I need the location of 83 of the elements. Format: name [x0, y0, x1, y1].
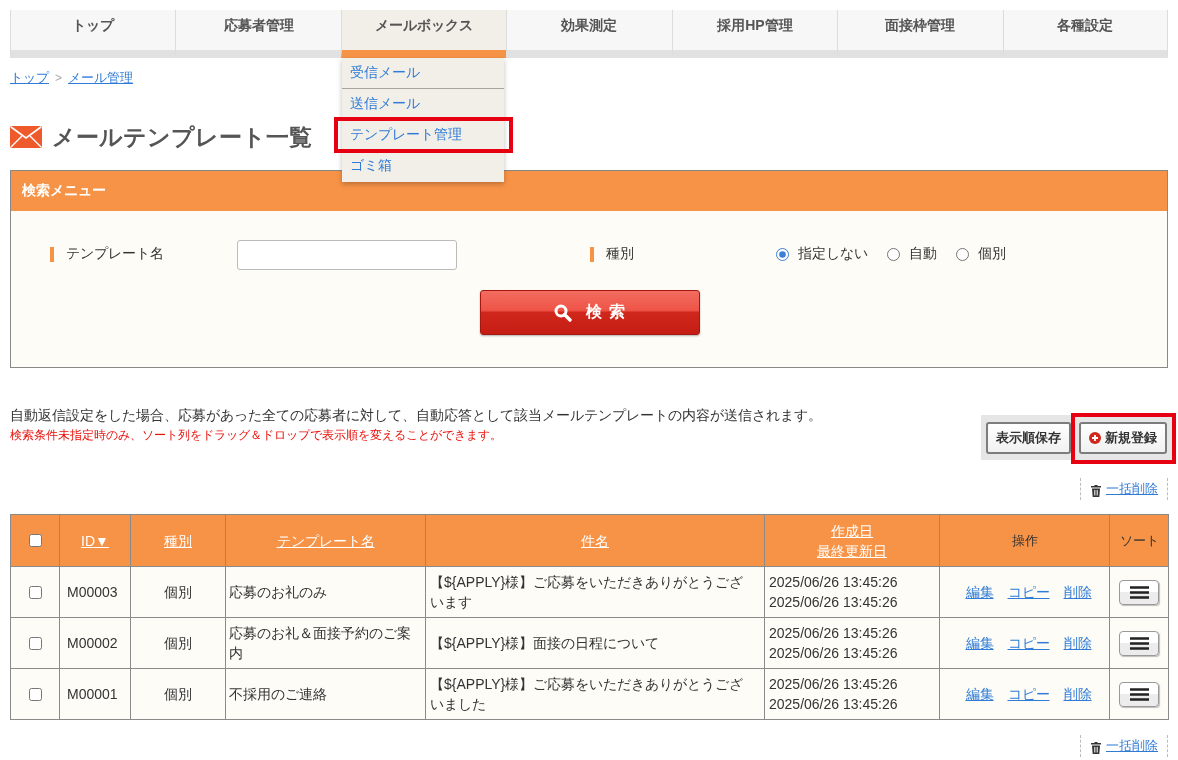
- action-link[interactable]: 削除: [1063, 684, 1092, 704]
- breadcrumb-link[interactable]: トップ: [10, 69, 49, 87]
- radio-label: 個別: [978, 245, 1006, 263]
- bulk-delete-link[interactable]: 一括削除: [1106, 480, 1158, 498]
- action-link[interactable]: コピー: [1007, 684, 1050, 704]
- created-date: 2025/06/26 13:45:26: [769, 573, 899, 592]
- updated-date: 2025/06/26 13:45:26: [769, 644, 899, 663]
- notice-text: 自動返信設定をした場合、応募があった全ての応募者に対して、自動応答として該当メールテンプレートの内容が送信されます。: [10, 406, 822, 424]
- checkbox[interactable]: [28, 534, 42, 547]
- trash-icon: [1091, 741, 1101, 754]
- plus-circle-icon: [1089, 432, 1101, 444]
- checkbox[interactable]: [28, 585, 42, 599]
- menu-item[interactable]: ゴミ箱: [341, 153, 504, 179]
- nav-tab[interactable]: 採用HP管理: [671, 10, 838, 58]
- template-name-field[interactable]: [237, 240, 457, 270]
- id-cell: M00001: [59, 668, 131, 720]
- name-cell: 不採用のご連絡: [225, 668, 426, 720]
- field-label: テンプレート名: [66, 245, 164, 263]
- column-sort-link[interactable]: 件名: [581, 530, 609, 551]
- warning-text: 検索条件未指定時のみ、ソート列をドラッグ＆ドロップで表示順を変えることができます。: [10, 427, 503, 444]
- search-icon: [554, 303, 573, 322]
- type-cell: 個別: [130, 617, 226, 669]
- action-link[interactable]: 編集: [965, 582, 994, 602]
- action-link[interactable]: 編集: [965, 684, 994, 704]
- column-sort-link[interactable]: 作成日: [831, 520, 873, 541]
- bar-marker-icon: [590, 246, 594, 262]
- nav-tab[interactable]: トップ: [10, 10, 176, 58]
- name-cell: 応募のお礼のみ: [225, 566, 426, 618]
- nav-tab[interactable]: 面接枠管理: [837, 10, 1003, 58]
- nav-tab[interactable]: 効果測定: [506, 10, 672, 58]
- created-date: 2025/06/26 13:45:26: [769, 624, 899, 643]
- breadcrumb-link[interactable]: メール管理: [68, 69, 133, 87]
- drag-handle-button[interactable]: [1119, 681, 1159, 707]
- radio-button[interactable]: [887, 247, 900, 261]
- nav-tab[interactable]: 応募者管理: [175, 10, 341, 58]
- type-cell: 個別: [130, 566, 226, 618]
- breadcrumb-separator: >: [55, 71, 62, 85]
- subject-cell: 【${APPLY}様】面接の日程について: [425, 617, 765, 669]
- column-sort-link[interactable]: 最終更新日: [817, 540, 887, 561]
- action-link[interactable]: コピー: [1007, 582, 1050, 602]
- updated-date: 2025/06/26 13:45:26: [769, 695, 899, 714]
- search-button[interactable]: 検 索: [480, 290, 700, 335]
- column-sort-link[interactable]: 種別: [164, 530, 192, 551]
- drag-handle-button[interactable]: [1119, 630, 1159, 656]
- action-link[interactable]: 削除: [1063, 633, 1092, 653]
- id-cell: M00002: [59, 617, 131, 669]
- hamburger-icon: [1129, 687, 1149, 701]
- hamburger-icon: [1129, 636, 1149, 650]
- page-title: メールテンプレート一覧: [52, 122, 312, 152]
- menu-item[interactable]: テンプレート管理: [341, 122, 504, 148]
- created-date: 2025/06/26 13:45:26: [769, 675, 899, 694]
- hamburger-icon: [1129, 585, 1149, 599]
- updated-date: 2025/06/26 13:45:26: [769, 593, 899, 612]
- column-sort-link[interactable]: テンプレート名: [276, 530, 375, 551]
- column-title: ソート: [1119, 533, 1159, 548]
- envelope-icon: [10, 126, 42, 148]
- checkbox[interactable]: [28, 636, 42, 650]
- radio-button[interactable]: [776, 247, 789, 261]
- field-label: 種別: [606, 245, 634, 263]
- action-link[interactable]: コピー: [1007, 633, 1050, 653]
- name-cell: 応募のお礼＆面接予約のご案内: [225, 617, 426, 669]
- nav-tab[interactable]: メールボックス: [340, 10, 507, 58]
- column-title: 操作: [1011, 533, 1038, 548]
- trash-icon: [1091, 484, 1101, 497]
- type-cell: 個別: [130, 668, 226, 720]
- radio-label: 自動: [909, 245, 937, 263]
- bulk-delete-link[interactable]: 一括削除: [1106, 737, 1158, 755]
- checkbox[interactable]: [28, 687, 42, 701]
- column-sort-link[interactable]: ID▼: [81, 530, 109, 551]
- action-link[interactable]: 削除: [1063, 582, 1092, 602]
- id-cell: M00003: [59, 566, 131, 618]
- radio-button[interactable]: [956, 247, 969, 261]
- menu-item[interactable]: 受信メール: [341, 60, 504, 86]
- subject-cell: 【${APPLY}様】ご応募をいただきありがとうございます: [425, 566, 765, 618]
- menu-item[interactable]: 送信メール: [341, 91, 504, 117]
- nav-tab[interactable]: 各種設定: [1002, 10, 1168, 58]
- subject-cell: 【${APPLY}様】ご応募をいただきありがとうございました: [425, 668, 765, 720]
- bar-marker-icon: [50, 246, 54, 262]
- drag-handle-button[interactable]: [1119, 579, 1159, 605]
- save-order-button[interactable]: 表示順保存: [986, 422, 1071, 454]
- panel-title: 検索メニュー: [22, 182, 106, 200]
- radio-label: 指定しない: [798, 245, 868, 263]
- action-link[interactable]: 編集: [965, 633, 994, 653]
